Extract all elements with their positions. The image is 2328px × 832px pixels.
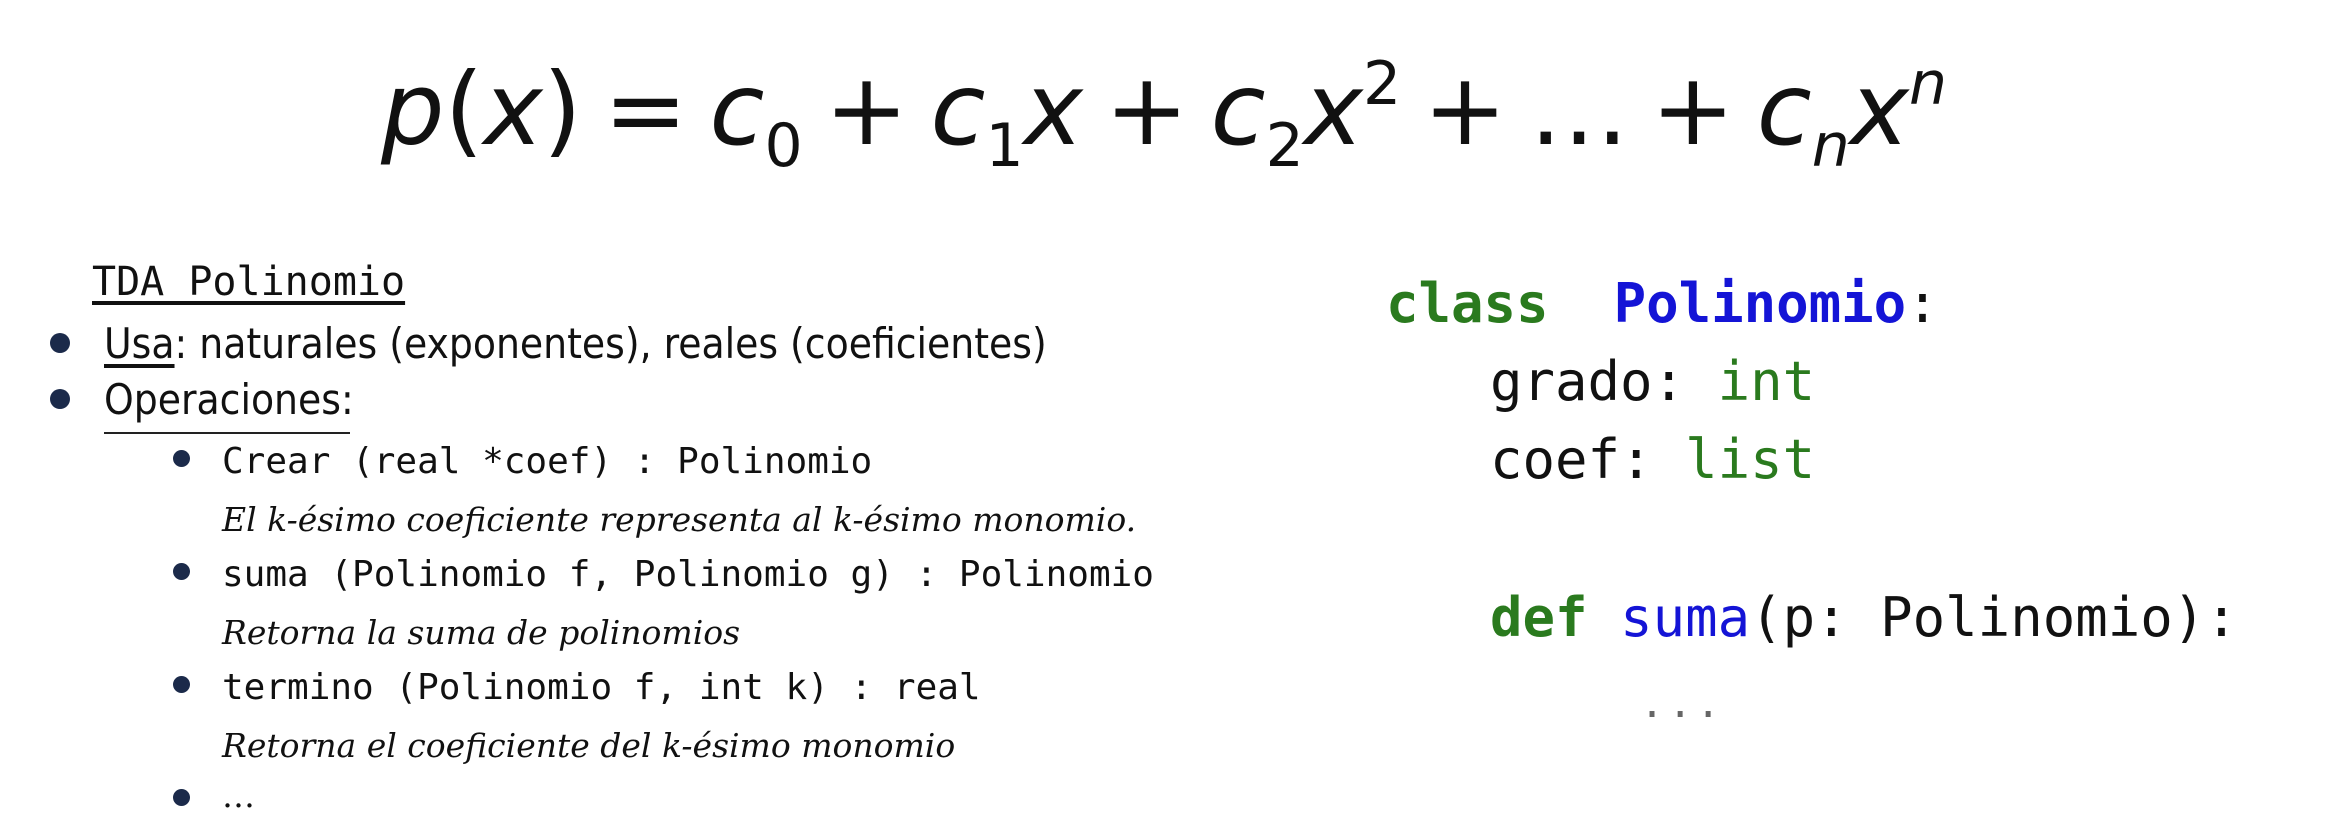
bullet-op-crear — [173, 450, 190, 467]
ops-more-ellipsis: … — [222, 776, 255, 815]
usa-text: : naturales (exponentes), reales (coefic… — [174, 319, 1047, 368]
tda-usa: Usa: naturales (exponentes), reales (coe… — [104, 316, 1047, 372]
op-termino-desc: Retorna el coeficiente del k-ésimo monom… — [222, 726, 956, 765]
op-suma-signature: suma (Polinomio f, Polinomio g) : Polino… — [222, 554, 1154, 595]
code-method-name: suma — [1620, 586, 1751, 649]
operaciones-label: Operaciones — [104, 375, 341, 424]
bullet-operaciones — [50, 389, 70, 409]
code-def-line: def suma(p: Polinomio): — [1490, 586, 2238, 649]
bullet-op-suma — [173, 563, 190, 580]
tda-panel: TDA Polinomio Usa: naturales (exponentes… — [0, 0, 1360, 832]
code-class-line: class Polinomio: — [1386, 272, 1939, 335]
op-crear-signature: Crear (real *coef) : Polinomio — [222, 441, 873, 482]
usa-label: Usa — [104, 319, 175, 368]
bullet-usa — [50, 333, 70, 353]
op-crear-desc: El k-ésimo coeficiente representa al k-é… — [222, 500, 1137, 539]
tda-title: TDA Polinomio — [92, 259, 406, 305]
code-body-ellipsis: ... — [1640, 681, 1725, 727]
op-suma-desc: Retorna la suma de polinomios — [222, 613, 741, 652]
bullet-more — [173, 789, 190, 806]
code-attr-coef: coef: list — [1490, 428, 1816, 491]
bullet-op-termino — [173, 676, 190, 693]
operaciones-underline — [104, 432, 350, 434]
op-termino-signature: termino (Polinomio f, int k) : real — [222, 667, 981, 708]
tda-operaciones: Operaciones: — [104, 375, 354, 424]
code-attr-grado: grado: int — [1490, 350, 1816, 413]
formula-ellipsis: … — [1528, 51, 1629, 168]
code-class-name: Polinomio — [1613, 272, 1907, 335]
